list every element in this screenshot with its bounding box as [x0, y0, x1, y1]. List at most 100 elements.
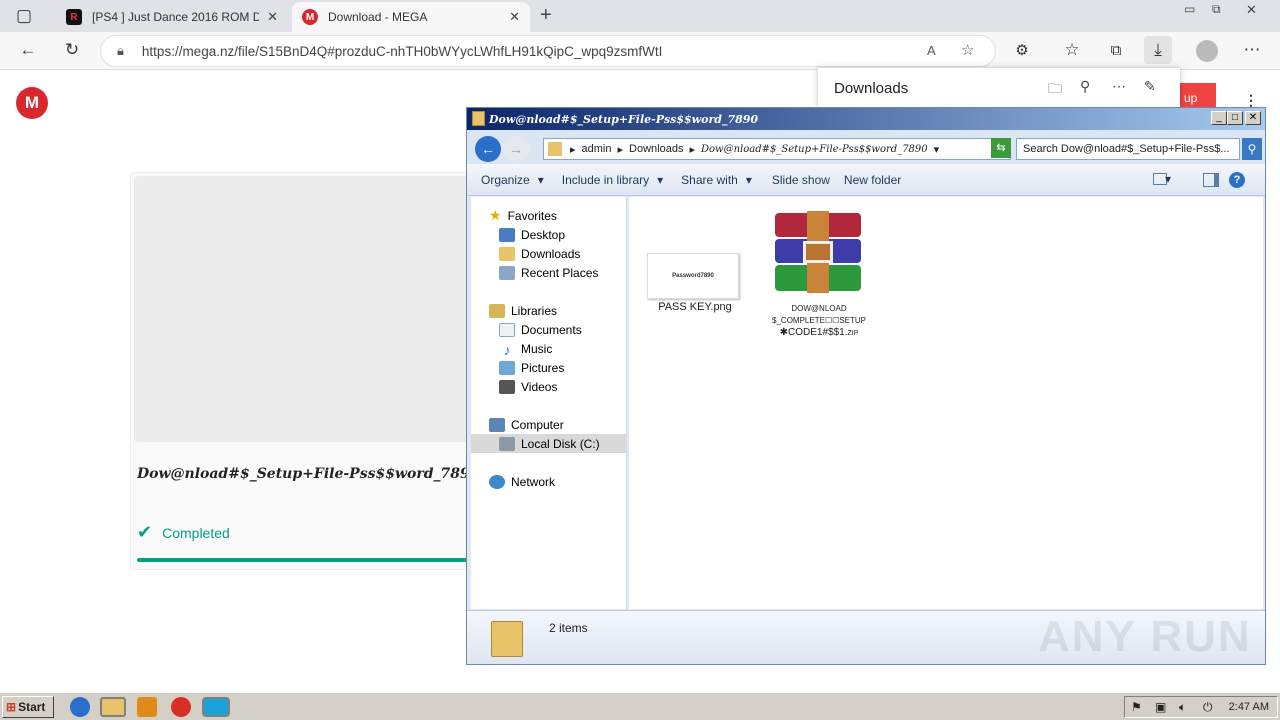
breadcrumb-current[interactable]: Dow@nload#$_Setup+File-Pss$$word_7890 — [701, 144, 928, 155]
minimize-icon[interactable]: ▭ — [1184, 2, 1195, 16]
libraries-icon — [489, 303, 505, 318]
refresh-icon[interactable]: ↻ — [58, 36, 86, 64]
downloads-panel: Downloads 🗀 ⚲ ⋯ ✎ — [818, 68, 1180, 108]
extensions-icon[interactable]: ⚙ — [1008, 36, 1036, 64]
chrome-icon[interactable] — [171, 697, 191, 717]
back-button[interactable]: ← — [475, 136, 501, 162]
back-icon[interactable]: ← — [14, 36, 42, 64]
documents-icon — [499, 322, 515, 337]
mega-logo[interactable]: M — [16, 87, 48, 119]
downloads-icon[interactable]: ⤓ — [1144, 36, 1172, 64]
search-icon[interactable]: ⚲ — [1080, 78, 1090, 95]
preview-pane-icon[interactable] — [1203, 173, 1219, 187]
tab-actions-icon[interactable]: ▢ — [10, 2, 38, 30]
archive-filename[interactable]: DOW@NLOAD $_COMPLETE☐☐SETUP ✱CODE1#$$1.z… — [759, 303, 879, 339]
maximize-button[interactable]: □ — [1227, 111, 1243, 125]
favorites-icon[interactable]: ☆ — [1058, 36, 1086, 64]
system-tray: ⚑ ▣ 🔈︎ ⏻ 2:47 AM — [1124, 696, 1278, 718]
videos-icon — [499, 379, 515, 394]
nav-downloads[interactable]: Downloads — [471, 244, 627, 263]
edge-icon[interactable] — [202, 697, 230, 717]
nav-recent-places[interactable]: Recent Places — [471, 263, 627, 282]
flag-icon[interactable]: ⚑ — [1131, 700, 1142, 714]
slide-show-button[interactable]: Slide show — [772, 173, 830, 187]
close-tab-icon[interactable]: ✕ — [509, 9, 520, 25]
mega-file-name: Dow@nload#$_Setup+File-Pss$$word_7890 — [137, 466, 467, 482]
nav-documents[interactable]: Documents — [471, 320, 627, 339]
browser-tab-bar: ▢ R [PS4 ] Just Dance 2016 ROM Do ✕ M Do… — [0, 0, 1280, 32]
nav-music[interactable]: ♪ Music — [471, 339, 627, 358]
media-player-icon[interactable] — [137, 697, 157, 717]
nav-desktop[interactable]: Desktop — [471, 225, 627, 244]
nav-computer[interactable]: Computer — [471, 415, 627, 434]
lock-icon[interactable]: 🔒︎ — [117, 43, 124, 59]
explorer-taskbar-icon[interactable] — [100, 697, 126, 717]
search-input[interactable]: Search Dow@nload#$_Setup+File-Pss$... — [1016, 138, 1240, 160]
internet-explorer-icon[interactable] — [70, 697, 90, 717]
more-options-icon[interactable]: ⋯ — [1112, 78, 1126, 95]
network-icon — [489, 474, 505, 489]
explorer-title-bar[interactable]: Dow@nload#$_Setup+File-Pss$$word_7890 _ … — [467, 108, 1265, 130]
close-tab-icon[interactable]: ✕ — [267, 9, 278, 25]
help-icon[interactable]: ? — [1229, 172, 1245, 188]
mega-favicon-icon: M — [302, 9, 318, 25]
nav-pictures[interactable]: Pictures — [471, 358, 627, 377]
pictures-icon — [499, 360, 515, 375]
status-label: Completed — [162, 524, 230, 541]
refresh-icon[interactable]: ⇆ — [991, 138, 1011, 158]
organize-menu[interactable]: Organize — [481, 173, 530, 187]
new-folder-button[interactable]: New folder — [844, 173, 901, 187]
open-folder-icon[interactable]: 🗀 — [1048, 78, 1062, 102]
pass-key-thumbnail[interactable]: Password7890 — [647, 253, 739, 299]
nav-local-disk[interactable]: Local Disk (C:) — [471, 434, 627, 453]
checkmark-icon: ✔ — [137, 522, 153, 542]
tab-just-dance[interactable]: R [PS4 ] Just Dance 2016 ROM Do ✕ — [56, 2, 288, 32]
pass-key-filename[interactable]: PASS KEY.png — [645, 301, 745, 313]
share-with-menu[interactable]: Share with — [681, 173, 738, 187]
include-in-library-menu[interactable]: Include in library — [562, 173, 649, 187]
signup-button[interactable]: up — [1178, 83, 1216, 107]
new-tab-icon[interactable]: + — [540, 4, 552, 27]
star-icon: ★ — [489, 207, 502, 223]
clock[interactable]: 2:47 AM — [1229, 701, 1269, 713]
downloads-folder-icon — [499, 246, 515, 261]
breadcrumb[interactable]: ▸ admin ▸ Downloads ▸ Dow@nload#$_Setup+… — [543, 138, 1011, 160]
network-tray-icon[interactable]: ▣ — [1155, 700, 1166, 714]
folder-icon — [548, 142, 562, 156]
nav-videos[interactable]: Videos — [471, 377, 627, 396]
collections-icon[interactable]: ⧉ — [1102, 36, 1130, 64]
volume-icon[interactable]: 🔈︎ — [1179, 700, 1186, 715]
close-window-icon[interactable]: ✕ — [1246, 2, 1257, 18]
view-dropdown-icon[interactable]: ▾ — [1165, 172, 1171, 186]
address-bar[interactable]: 🔒︎ https://mega.nz/file/S15BnD4Q#prozduC… — [100, 35, 996, 67]
close-button[interactable]: ✕ — [1245, 111, 1261, 125]
rom-favicon-icon: R — [66, 9, 82, 25]
watermark: ANY RUN — [1038, 612, 1252, 661]
browser-nav-bar: ← ↻ 🔒︎ https://mega.nz/file/S15BnD4Q#pro… — [0, 32, 1280, 70]
power-icon[interactable]: ⏻ — [1203, 700, 1213, 715]
breadcrumb-admin[interactable]: admin — [582, 143, 612, 155]
breadcrumb-downloads[interactable]: Downloads — [629, 143, 683, 155]
nav-favorites[interactable]: ★ Favorites — [471, 206, 627, 225]
pin-icon[interactable]: ✎ — [1144, 78, 1156, 95]
downloads-title: Downloads — [834, 79, 909, 97]
taskbar: ⊞ Start ⚑ ▣ 🔈︎ ⏻ 2:47 AM — [0, 692, 1280, 720]
winrar-archive-icon[interactable] — [771, 211, 865, 295]
read-aloud-icon[interactable]: A — [927, 43, 936, 58]
forward-button[interactable]: → — [503, 136, 529, 162]
explorer-title: Dow@nload#$_Setup+File-Pss$$word_7890 — [489, 112, 759, 126]
tab-mega-download[interactable]: M Download - MEGA ✕ — [292, 2, 530, 32]
folder-icon — [472, 111, 485, 126]
profile-avatar[interactable] — [1196, 40, 1218, 62]
add-favorite-icon[interactable]: ☆ — [961, 41, 974, 59]
restore-icon[interactable]: ⧉ — [1212, 2, 1221, 17]
minimize-button[interactable]: _ — [1211, 111, 1227, 125]
search-icon[interactable]: ⚲ — [1242, 138, 1262, 160]
explorer-toolbar: Organize ▾ Include in library ▾ Share with… — [467, 164, 1265, 196]
tab-title: Download - MEGA — [328, 10, 428, 24]
start-button[interactable]: ⊞ Start — [2, 696, 54, 718]
explorer-address-bar: ← → ▸ admin ▸ Downloads ▸ Dow@nload#$_Se… — [467, 130, 1265, 164]
more-menu-icon[interactable]: ⋯ — [1238, 36, 1266, 64]
nav-libraries[interactable]: Libraries — [471, 301, 627, 320]
nav-network[interactable]: Network — [471, 472, 627, 491]
